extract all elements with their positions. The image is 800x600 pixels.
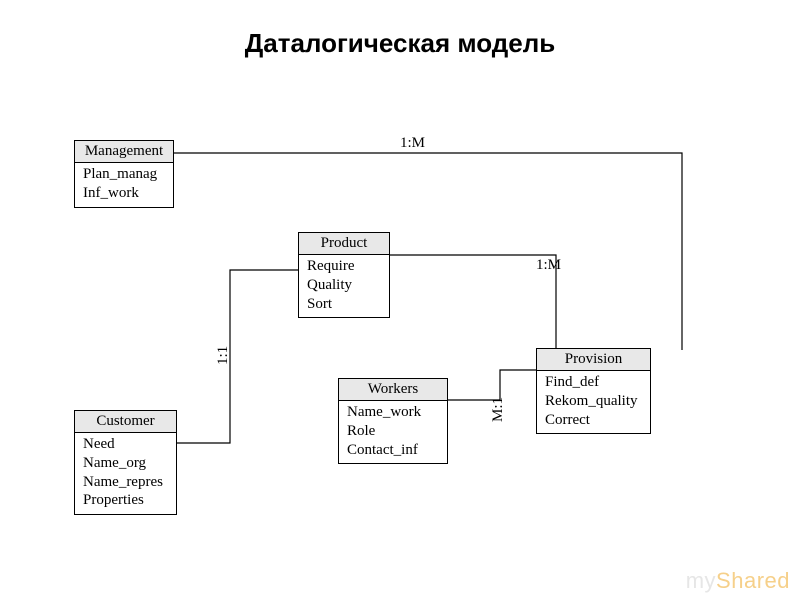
rel-customer-product: 1:1	[215, 346, 232, 365]
entity-management: Management Plan_manag Inf_work	[74, 140, 174, 208]
entity-product: Product Require Quality Sort	[298, 232, 390, 318]
entity-attr: Find_def	[545, 373, 642, 392]
entity-customer-header: Customer	[75, 411, 176, 433]
entity-attr: Name_org	[83, 454, 168, 473]
entity-workers: Workers Name_work Role Contact_inf	[338, 378, 448, 464]
entity-workers-body: Name_work Role Contact_inf	[339, 401, 447, 463]
diagram-title: Даталогическая модель	[0, 28, 800, 59]
entity-workers-header: Workers	[339, 379, 447, 401]
entity-attr: Plan_manag	[83, 165, 165, 184]
entity-customer-body: Need Name_org Name_repres Properties	[75, 433, 176, 514]
entity-attr: Name_work	[347, 403, 439, 422]
entity-management-body: Plan_manag Inf_work	[75, 163, 173, 207]
entity-attr: Contact_inf	[347, 441, 439, 460]
rel-workers-provision: M:1	[490, 397, 507, 422]
entity-attr: Role	[347, 422, 439, 441]
entity-attr: Sort	[307, 295, 381, 314]
entity-attr: Need	[83, 435, 168, 454]
watermark: myShared	[686, 568, 790, 594]
entity-attr: Properties	[83, 491, 168, 510]
entity-product-header: Product	[299, 233, 389, 255]
entity-provision-header: Provision	[537, 349, 650, 371]
entity-attr: Correct	[545, 411, 642, 430]
watermark-pre: my	[686, 568, 716, 593]
rel-product-provision: 1:M	[536, 257, 561, 274]
entity-management-header: Management	[75, 141, 173, 163]
entity-attr: Rekom_quality	[545, 392, 642, 411]
entity-customer: Customer Need Name_org Name_repres Prope…	[74, 410, 177, 515]
watermark-accent: Shared	[716, 568, 790, 593]
entity-provision-body: Find_def Rekom_quality Correct	[537, 371, 650, 433]
entity-attr: Require	[307, 257, 381, 276]
rel-management-provision: 1:M	[400, 135, 425, 152]
entity-product-body: Require Quality Sort	[299, 255, 389, 317]
entity-attr: Inf_work	[83, 184, 165, 203]
entity-provision: Provision Find_def Rekom_quality Correct	[536, 348, 651, 434]
entity-attr: Name_repres	[83, 473, 168, 492]
entity-attr: Quality	[307, 276, 381, 295]
